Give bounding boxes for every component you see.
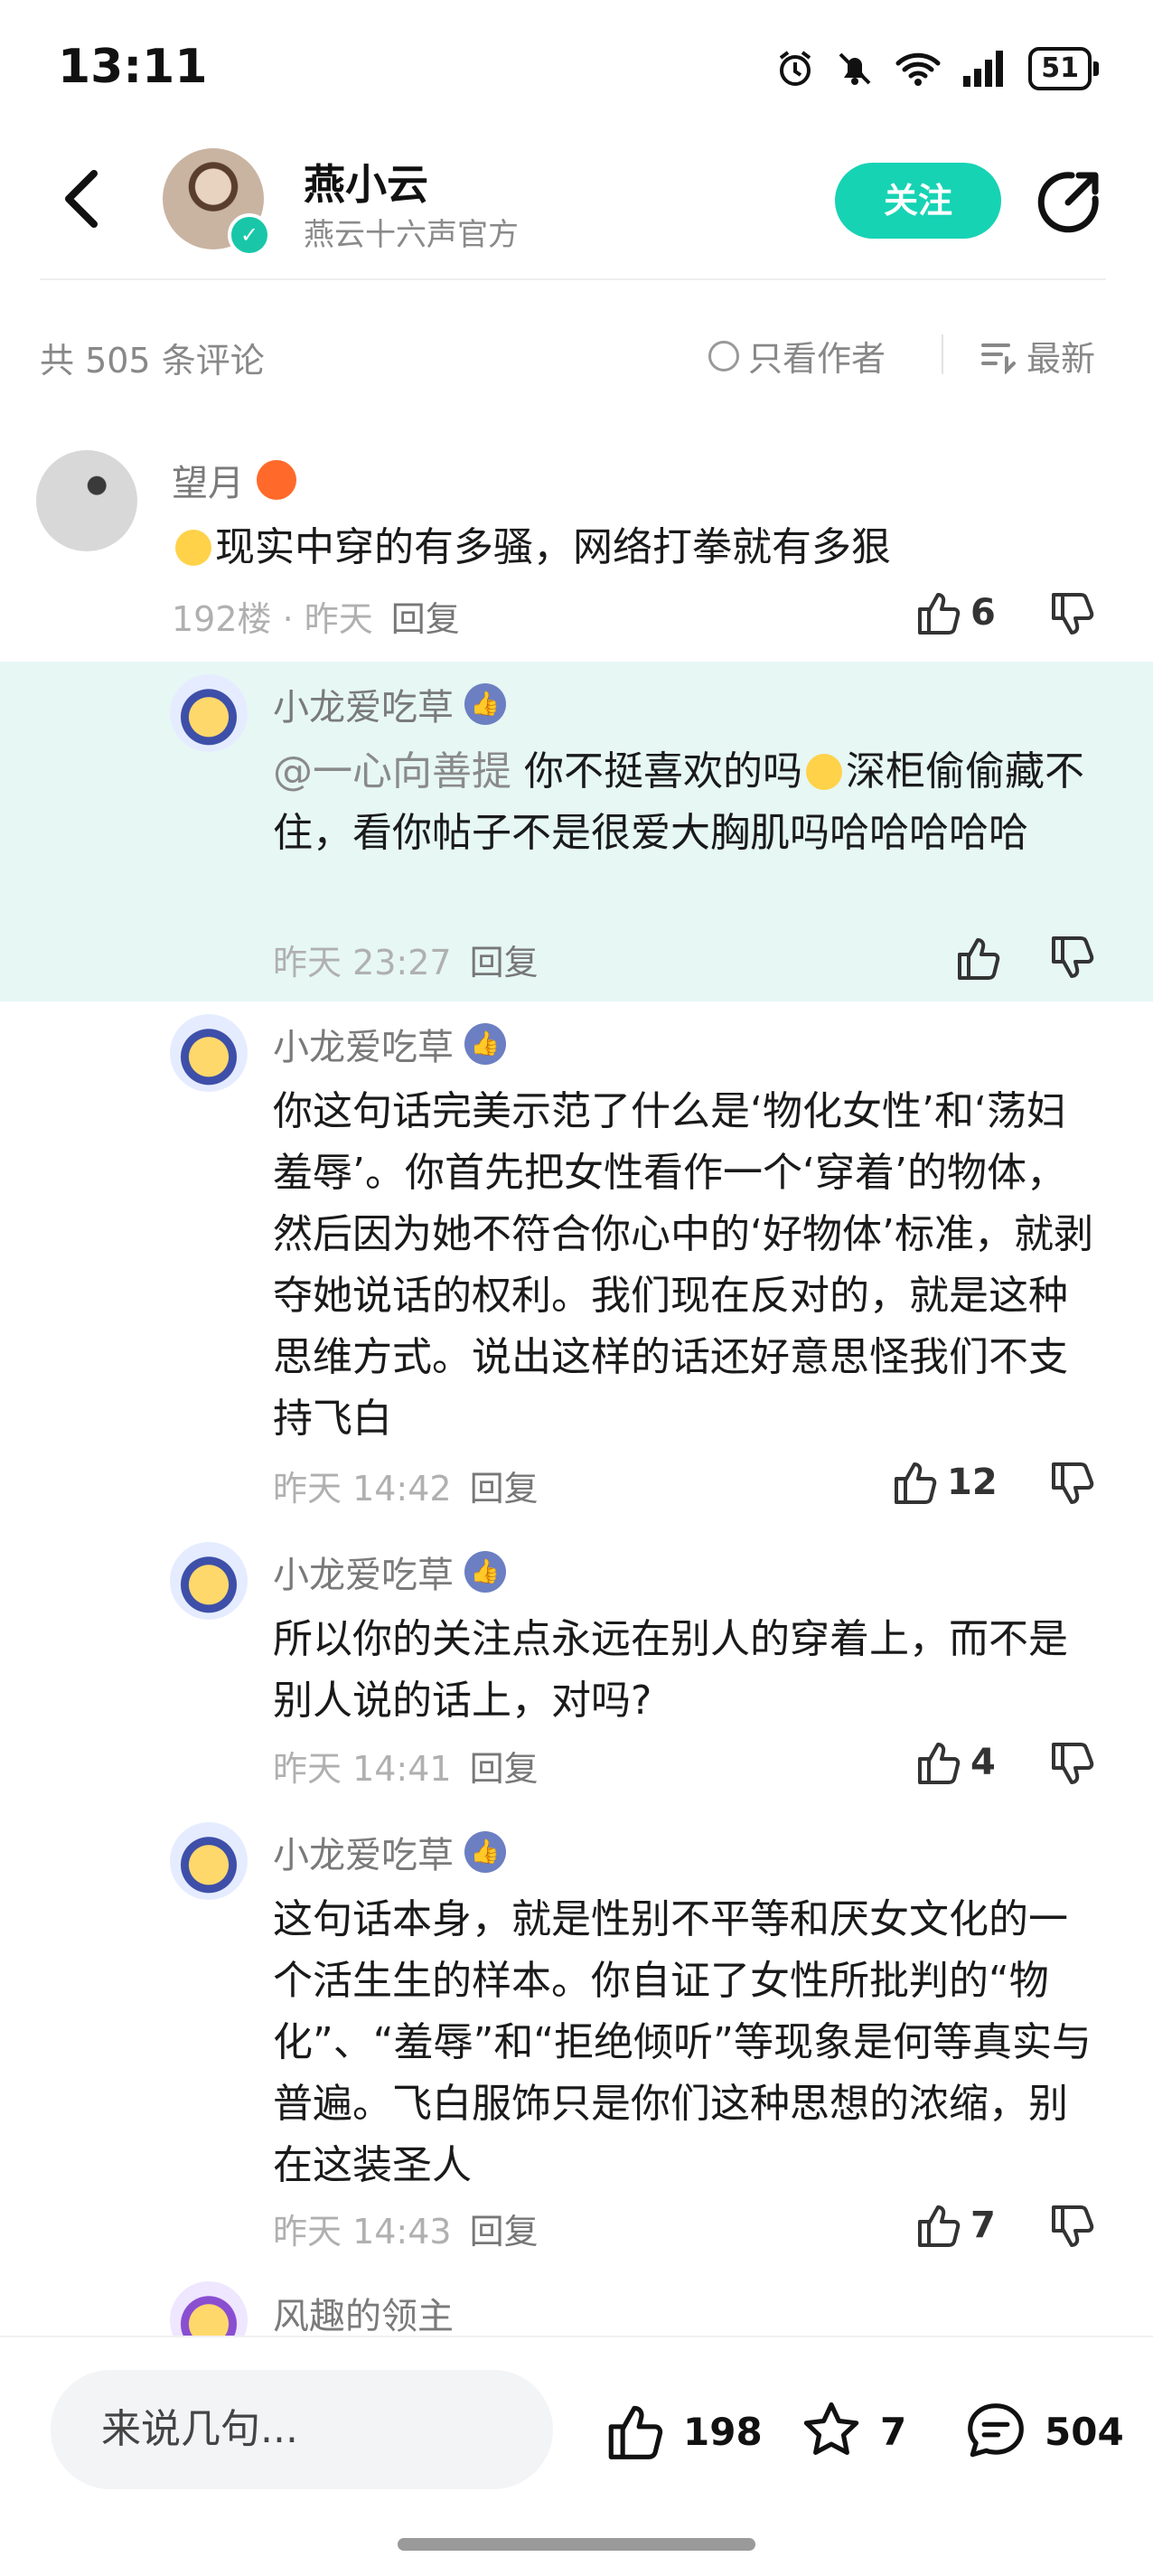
thumbs-badge-icon: 👍 [464,1551,506,1593]
thumbs-down-icon[interactable] [1046,1739,1097,1790]
comment-user-row: 小龙爱吃草 👍 [273,678,506,730]
comment-text: @一心向善提 你不挺喜欢的吗 深柜偷偷藏不住，看你帖子不是很爱大胸肌吗哈哈哈哈哈 [273,748,1084,856]
like-count: 4 [970,1742,996,1783]
comment-floor-time: 192楼 · 昨天 [172,599,373,639]
comment-username[interactable]: 风趣的领主 [273,2287,454,2339]
comment-text: 现实中穿的有多骚，网络打拳就有多狠 [172,517,1075,578]
comment-time: 昨天 14:41 [273,1749,452,1789]
thumbs-badge-icon: 👍 [464,1023,506,1065]
comment-total: 504 [1045,2409,1124,2454]
thumbs-down-icon[interactable] [1046,1459,1097,1509]
only-author-toggle[interactable]: 只看作者 [708,331,886,381]
back-arrow-icon[interactable] [54,163,112,235]
thumbs-down-icon[interactable] [1046,589,1097,640]
comment-bubble-icon [968,2403,1024,2458]
game-badge-icon [257,460,296,500]
like-button[interactable]: 12 [889,1457,998,1508]
sort-icon [981,343,1016,374]
like-count: 12 [947,1462,998,1503]
reply-button[interactable]: 回复 [470,943,539,982]
post-like-button[interactable]: 198 [600,2399,763,2464]
verified-badge-icon: ✓ [228,213,271,257]
comment-time: 昨天 14:43 [273,2212,452,2252]
reply-button[interactable]: 回复 [470,2212,539,2252]
status-icons: 51 [775,47,1099,90]
smirk-emoji-icon [806,754,842,790]
header-divider [40,278,1106,280]
post-like-count: 198 [683,2409,763,2454]
thumbs-up-icon [918,2205,961,2247]
comment-text: 所以你的关注点永远在别人的穿着上，而不是别人说的话上，对吗? [273,1616,1068,1724]
star-icon [803,2402,859,2455]
comment-username[interactable]: 小龙爱吃草 [273,1018,454,1070]
comments-button[interactable]: 504 [961,2399,1124,2464]
author-subtitle: 燕云十六声官方 [304,217,519,253]
sort-divider [942,334,943,374]
avatar[interactable] [170,674,248,752]
thumbs-up-icon [918,593,961,635]
signal-icon [963,51,1004,87]
comment-meta: 昨天 14:41 回复 [273,1741,539,1791]
sort-toggle[interactable]: 最新 [980,331,1095,381]
avatar[interactable] [170,1014,248,1092]
mention-link[interactable]: @一心向善提 [273,748,511,794]
thumbs-up-icon [895,1462,937,1504]
comment-text: 这句话本身，就是性别不平等和厌女文化的一个活生生的样本。你自证了女性所批判的“物… [273,1896,1092,2188]
comment-username[interactable]: 小龙爱吃草 [273,1826,454,1878]
like-count: 6 [970,592,996,634]
comment-meta: 192楼 · 昨天 回复 [172,591,460,641]
comment-user-row: 小龙爱吃草 👍 [273,1018,506,1070]
comment-time: 昨天 14:42 [273,1469,452,1509]
thumbs-up-icon [918,1743,961,1784]
like-button[interactable]: 7 [913,2200,996,2251]
avatar[interactable] [170,1822,248,1900]
comment-user-row: 望月 [172,454,296,506]
mute-bell-icon [839,52,871,85]
reply-button[interactable]: 回复 [470,1749,539,1789]
follow-button[interactable]: 关注 [835,163,1001,239]
smirk-emoji-icon [175,530,211,566]
thumbs-badge-icon: 👍 [464,1831,506,1873]
status-time: 13:11 [58,40,208,94]
comment-meta: 昨天 14:43 回复 [273,2204,539,2253]
like-count: 7 [970,2205,996,2246]
home-indicator[interactable] [398,2538,755,2551]
comment-user-row: 小龙爱吃草 👍 [273,1546,506,1598]
comment-meta: 昨天 23:27 回复 [273,935,539,984]
alarm-icon [780,51,811,86]
avatar[interactable] [36,450,137,551]
share-icon[interactable] [1036,168,1102,235]
comment-meta: 昨天 14:42 回复 [273,1461,539,1510]
favorite-count: 7 [880,2409,907,2454]
reply-button[interactable]: 回复 [470,1469,539,1509]
thumbs-down-icon[interactable] [1046,2202,1097,2252]
comment-input[interactable]: 来说几句... [51,2370,553,2489]
reply-button[interactable]: 回复 [391,599,460,639]
wifi-icon [895,52,941,86]
thumbs-down-icon[interactable] [1046,933,1097,983]
comment-text: 你这句话完美示范了什么是‘物化女性’和‘荡妇羞辱’。你首先把女性看作一个‘穿着’… [273,1088,1093,1442]
comment-count: 共 505 条评论 [40,341,265,381]
comment-username[interactable]: 小龙爱吃草 [273,1546,454,1598]
radio-icon [708,340,739,371]
author-name[interactable]: 燕小云 [304,152,428,212]
thumbs-up-icon[interactable] [952,933,1003,983]
like-button[interactable]: 6 [913,588,996,638]
like-button[interactable]: 4 [913,1737,996,1788]
comment-username[interactable]: 小龙爱吃草 [273,678,454,730]
avatar[interactable] [170,1542,248,1620]
only-author-label: 只看作者 [748,339,886,379]
comment-time: 昨天 23:27 [273,943,452,982]
thumbs-up-icon [608,2405,663,2459]
sort-label: 最新 [1026,339,1096,379]
favorite-button[interactable]: 7 [797,2399,906,2464]
thumbs-badge-icon: 👍 [464,683,506,725]
comment-user-row: 小龙爱吃草 👍 [273,1826,506,1878]
battery-indicator: 51 [1028,47,1099,90]
comment-username[interactable]: 望月 [172,454,244,506]
